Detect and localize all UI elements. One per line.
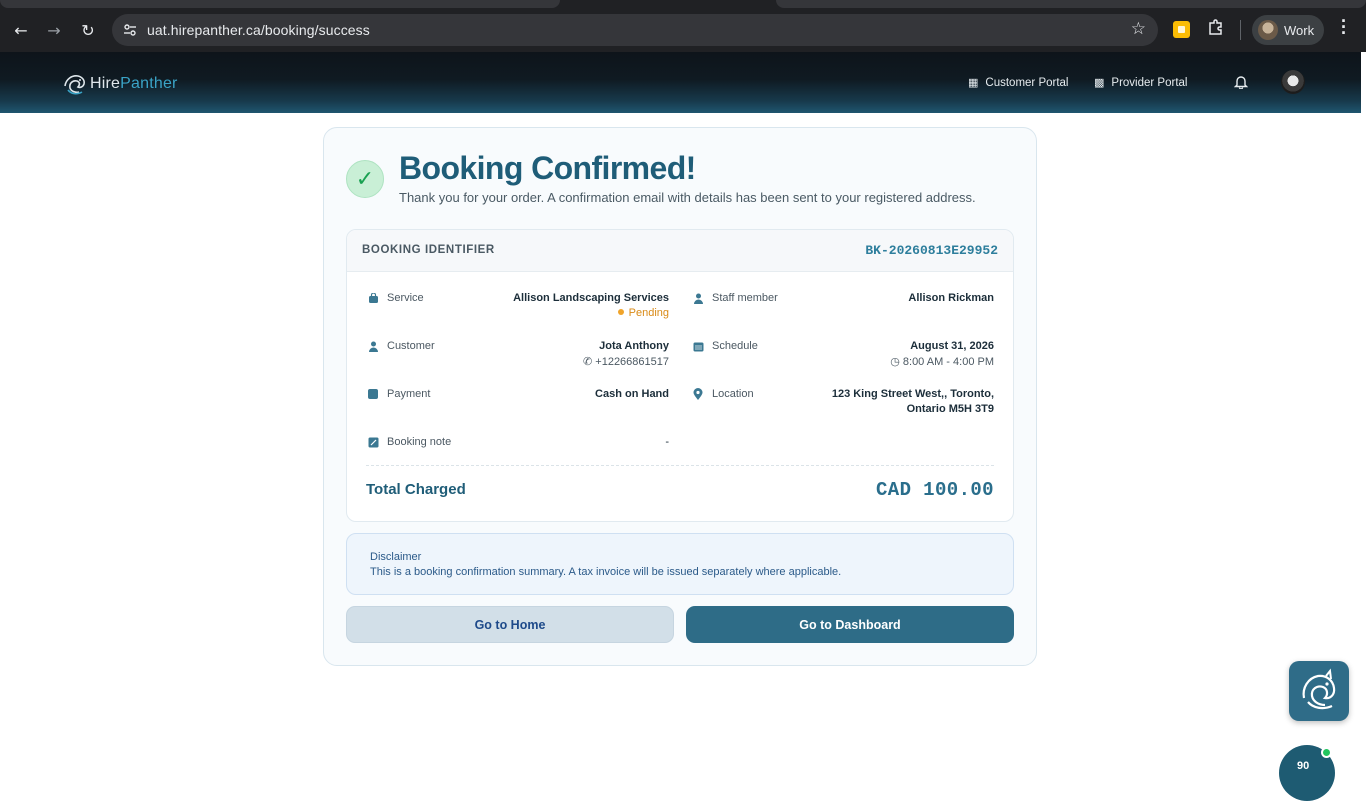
note-icon (367, 436, 379, 448)
status-text: Pending (628, 307, 669, 319)
hirepanther-logo[interactable]: HirePanther (62, 72, 178, 96)
customer-portal-link[interactable]: ▦ Customer Portal (968, 76, 1069, 89)
clock-icon: ◷ (890, 356, 903, 368)
chat-bubble-text: 90 (1297, 760, 1310, 772)
location-pin-icon (692, 388, 704, 400)
provider-portal-label: Provider Portal (1111, 76, 1188, 89)
staff-label-text: Staff member (712, 292, 778, 304)
booking-identifier-value: BK-20260813E29952 (865, 243, 998, 258)
customer-phone: ✆ +12266861517 (583, 355, 669, 368)
site-settings-icon[interactable] (120, 20, 140, 40)
grid-outline-icon: ▩ (1094, 76, 1105, 89)
app-header: HirePanther ▦ Customer Portal ▩ Provider… (0, 52, 1361, 113)
disclaimer-title: Disclaimer (370, 551, 422, 563)
header-edge (1361, 52, 1366, 113)
forward-icon[interactable]: → (40, 16, 68, 44)
customer-label: Customer (367, 340, 435, 352)
puzzle-icon[interactable] (1205, 18, 1227, 40)
page-title: Booking Confirmed! (399, 150, 696, 186)
disclaimer-box: Disclaimer This is a booking confirmatio… (346, 533, 1014, 595)
logo-text-hire: Hire (90, 75, 121, 92)
location-label-text: Location (712, 388, 754, 400)
notification-bell-icon[interactable] (1233, 74, 1249, 93)
staff-value: Allison Rickman (908, 292, 994, 304)
panther-head-icon (1302, 668, 1336, 710)
online-status-icon (1321, 747, 1332, 758)
browser-toolbar: ← → ↻ uat.hirepanther.ca/booking/success… (0, 0, 1366, 52)
divider (366, 465, 994, 466)
pending-dot-icon (617, 309, 624, 315)
wallet-icon (367, 388, 379, 400)
user-icon (367, 340, 379, 352)
browser-tab-active[interactable] (0, 0, 560, 8)
staff-user-icon (692, 292, 704, 304)
location-line1: 123 King Street West,, Toronto, (831, 388, 994, 400)
customer-name: Jota Anthony (599, 340, 669, 352)
go-to-dashboard-button[interactable]: Go to Dashboard (686, 606, 1014, 643)
payment-value: Cash on Hand (595, 388, 669, 400)
staff-label: Staff member (692, 292, 778, 304)
profile-avatar (1258, 20, 1278, 40)
customer-label-text: Customer (387, 340, 435, 352)
go-to-home-button[interactable]: Go to Home (346, 606, 674, 643)
schedule-label-text: Schedule (712, 340, 758, 352)
schedule-time: ◷ 8:00 AM - 4:00 PM (890, 355, 994, 368)
service-value: Allison Landscaping Services (513, 292, 669, 304)
schedule-label: Schedule (692, 340, 758, 352)
bag-icon (367, 292, 379, 304)
schedule-date: August 31, 2026 (910, 340, 994, 352)
address-bar[interactable]: uat.hirepanther.ca/booking/success ☆ (112, 14, 1158, 46)
location-line2: Ontario M5H 3T9 (906, 403, 994, 415)
panther-logo-icon (64, 75, 85, 95)
payment-label-text: Payment (387, 388, 431, 400)
payment-label: Payment (367, 388, 430, 400)
booking-note-label-text: Booking note (387, 436, 452, 448)
booking-identifier-label: BOOKING IDENTIFIER (362, 244, 495, 256)
total-charged-value: CAD 100.00 (875, 479, 994, 501)
customer-portal-label: Customer Portal (985, 76, 1069, 89)
booking-note-value: - (665, 436, 669, 448)
schedule-time-text: 8:00 AM - 4:00 PM (902, 356, 994, 368)
location-label: Location (692, 388, 754, 400)
booking-identifier-bar: BOOKING IDENTIFIER BK-20260813E29952 (347, 230, 1013, 272)
service-label-text: Service (387, 292, 424, 304)
extension-icon[interactable] (1173, 21, 1190, 38)
logo-text-panther: Panther (120, 75, 178, 92)
toolbar-divider (1240, 20, 1241, 40)
bookmark-star-icon[interactable]: ☆ (1131, 19, 1146, 39)
booking-note-label: Booking note (367, 436, 451, 448)
back-icon[interactable]: ← (7, 16, 35, 44)
profile-button[interactable]: Work (1252, 15, 1324, 45)
total-charged-label: Total Charged (366, 481, 466, 498)
menu-kebab-icon[interactable]: · · · (1336, 12, 1352, 42)
grid-icon: ▦ (968, 76, 979, 89)
status-badge: Pending (617, 307, 669, 319)
customer-phone-text: +12266861517 (595, 356, 669, 368)
browser-tab[interactable] (776, 0, 1366, 8)
calendar-icon (692, 340, 704, 352)
success-check-icon: ✓ (346, 160, 384, 198)
phone-icon: ✆ (583, 356, 596, 368)
confirmation-subtitle: Thank you for your order. A confirmation… (399, 190, 976, 205)
provider-portal-link[interactable]: ▩ Provider Portal (1094, 76, 1187, 89)
assistant-launcher-button[interactable] (1289, 661, 1349, 721)
service-label: Service (367, 292, 424, 304)
profile-label: Work (1284, 23, 1315, 38)
user-avatar[interactable] (1281, 70, 1305, 94)
url-text[interactable]: uat.hirepanther.ca/booking/success (147, 22, 370, 38)
reload-icon[interactable]: ↻ (74, 16, 102, 44)
disclaimer-text: This is a booking confirmation summary. … (370, 566, 842, 578)
